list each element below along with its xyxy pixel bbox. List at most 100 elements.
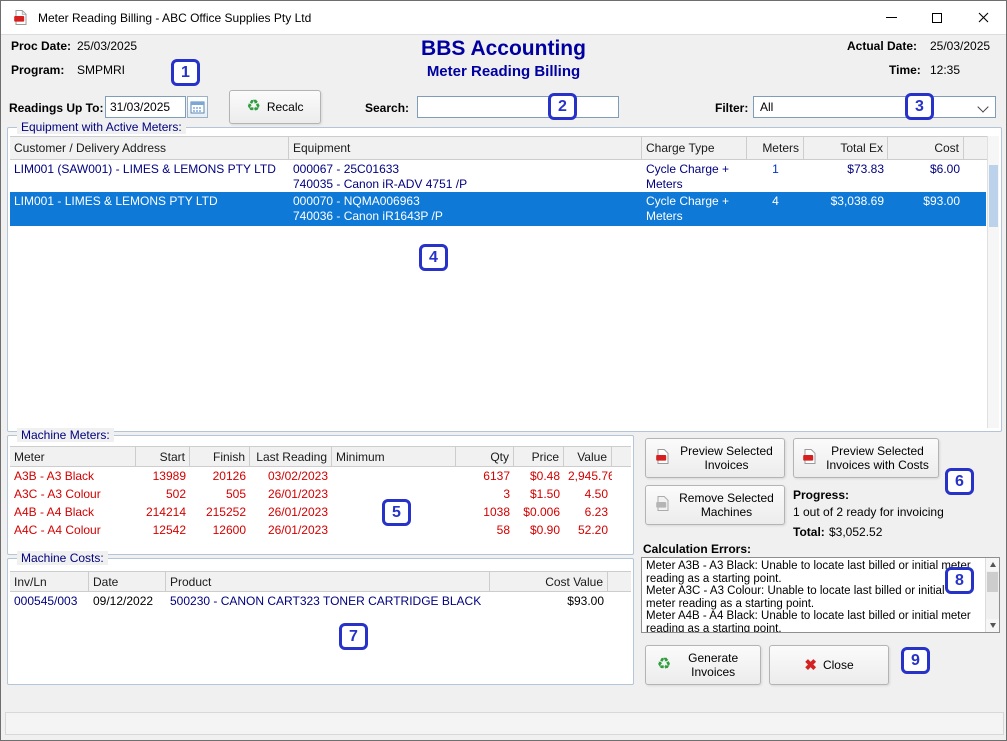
cell-meter: A3C - A3 Colour [10,487,136,503]
meter-row[interactable]: A3C - A3 Colour 502 505 26/01/2023 3 $1.… [10,485,610,503]
readings-up-to-input[interactable] [105,96,186,118]
annotation-7: 7 [339,623,368,650]
col-header-total-ex[interactable]: Total Ex [804,137,888,159]
search-input[interactable] [417,96,619,118]
cell-value: 2,945.76 [564,469,612,485]
cell-last-reading: 26/01/2023 [250,505,332,521]
col-header-equipment[interactable]: Equipment [289,137,642,159]
col-header-last-reading[interactable]: Last Reading [250,447,332,466]
errors-scroll-down-button[interactable] [986,619,999,632]
close-window-button[interactable] [960,1,1006,34]
filter-selected-value: All [760,100,773,114]
col-header-start[interactable]: Start [136,447,190,466]
equipment-line-1: 000067 - 25C01633 [293,162,638,177]
cell-finish: 505 [190,487,250,503]
annotation-5: 5 [382,499,411,526]
close-window-icon [978,12,989,23]
cell-meter: A3B - A3 Black [10,469,136,485]
recycle-icon: ♻ [657,657,671,673]
meter-row[interactable]: A3B - A3 Black 13989 20126 03/02/2023 61… [10,467,610,485]
cell-value: 52.20 [564,523,612,539]
calculation-errors-label: Calculation Errors: [643,542,751,556]
cell-total-ex: $73.83 [804,162,888,192]
annotation-8: 8 [945,567,974,594]
total-value: $3,052.52 [829,525,882,539]
cell-cost-value: $93.00 [490,594,608,610]
col-header-date[interactable]: Date [89,572,166,591]
preview-invoices-button[interactable]: Preview Selected Invoices [645,438,785,478]
total-label: Total: [793,525,825,539]
remove-machines-label: Remove Selected Machines [677,491,777,520]
progress-label: Progress: [793,488,849,502]
col-header-inv-ln[interactable]: Inv/Ln [10,572,89,591]
col-header-finish[interactable]: Finish [190,447,250,466]
col-header-qty[interactable]: Qty [456,447,514,466]
equipment-scrollbar-thumb[interactable] [989,165,998,227]
col-header-minimum[interactable]: Minimum [332,447,456,466]
cell-price: $0.48 [514,469,564,485]
errors-scroll-up-button[interactable] [986,558,999,571]
window-title: Meter Reading Billing - ABC Office Suppl… [38,11,311,25]
minimize-button[interactable] [868,1,914,34]
errors-scrollbar[interactable] [985,558,999,632]
col-header-product[interactable]: Product [166,572,490,591]
col-header-price[interactable]: Price [514,447,564,466]
status-bar [5,712,1004,735]
remove-machines-button[interactable]: Remove Selected Machines [645,485,785,525]
cell-meter: A4B - A4 Black [10,505,136,521]
date-picker-button[interactable] [187,96,208,118]
title-bar: Meter Reading Billing - ABC Office Suppl… [1,1,1006,35]
cell-charge-type: Cycle Charge + Meters [642,194,747,226]
col-header-meters[interactable]: Meters [747,137,804,159]
annotation-6: 6 [945,468,974,495]
filter-label: Filter: [715,101,748,115]
recycle-icon: ♻ [246,99,260,115]
meter-row[interactable]: A4C - A4 Colour 12542 12600 26/01/2023 5… [10,521,610,539]
preview-invoices-costs-label: Preview Selected Invoices with Costs [824,444,932,473]
cell-value: 4.50 [564,487,612,503]
generate-invoices-button[interactable]: ♻ Generate Invoices [645,645,761,685]
calculation-errors-text: Meter A3B - A3 Black: Unable to locate l… [646,560,971,633]
error-line: Meter A4B - A4 Black: Unable to locate l… [646,610,971,633]
cell-finish: 215252 [190,505,250,521]
machine-costs-group: Machine Costs: Inv/Ln Date Product Cost … [7,558,634,685]
col-header-cost[interactable]: Cost [888,137,964,159]
time-value: 12:35 [930,63,960,77]
preview-invoices-costs-button[interactable]: Preview Selected Invoices with Costs [793,438,939,478]
close-button[interactable]: ✖ Close [769,645,889,685]
cost-row[interactable]: 000545/003 09/12/2022 500230 - CANON CAR… [10,592,610,610]
cell-qty: 58 [456,523,514,539]
equipment-row[interactable]: LIM001 (SAW001) - LIMES & LEMONS PTY LTD… [10,160,986,192]
errors-scrollbar-thumb[interactable] [987,572,998,592]
actual-date-label: Actual Date: [847,39,917,53]
cell-charge-type: Cycle Charge + Meters [642,162,747,192]
cell-product: 500230 - CANON CART323 TONER CARTRIDGE B… [166,594,490,610]
cell-inv-ln: 000545/003 [10,594,89,610]
cell-price: $0.90 [514,523,564,539]
close-button-label: Close [823,658,854,672]
col-header-charge-type[interactable]: Charge Type [642,137,747,159]
time-label: Time: [889,63,921,77]
equipment-row-selected[interactable]: LIM001 - LIMES & LEMONS PTY LTD 000070 -… [10,192,986,226]
filter-select[interactable]: All [753,96,996,118]
cell-start: 12542 [136,523,190,539]
recalc-button[interactable]: ♻ Recalc [229,90,321,124]
cell-cost: $93.00 [888,194,964,226]
cell-start: 502 [136,487,190,503]
col-header-customer[interactable]: Customer / Delivery Address [10,137,289,159]
cell-equipment: 000070 - NQMA006963 740036 - Canon iR164… [289,194,642,226]
equipment-scrollbar[interactable] [987,136,999,428]
cell-last-reading: 26/01/2023 [250,487,332,503]
col-header-meter[interactable]: Meter [10,447,136,466]
machine-costs-group-label: Machine Costs: [17,551,108,565]
cell-finish: 20126 [190,469,250,485]
cell-customer: LIM001 (SAW001) - LIMES & LEMONS PTY LTD [10,162,289,192]
equipment-group: Equipment with Active Meters: Customer /… [7,127,1002,432]
col-header-cost-value[interactable]: Cost Value [490,572,608,591]
arrow-down-icon [990,623,996,628]
col-header-value[interactable]: Value [564,447,612,466]
app-window: Meter Reading Billing - ABC Office Suppl… [0,0,1007,741]
error-line: Meter A3B - A3 Black: Unable to locate l… [646,560,971,585]
meter-row[interactable]: A4B - A4 Black 214214 215252 26/01/2023 … [10,503,610,521]
maximize-button[interactable] [914,1,960,34]
